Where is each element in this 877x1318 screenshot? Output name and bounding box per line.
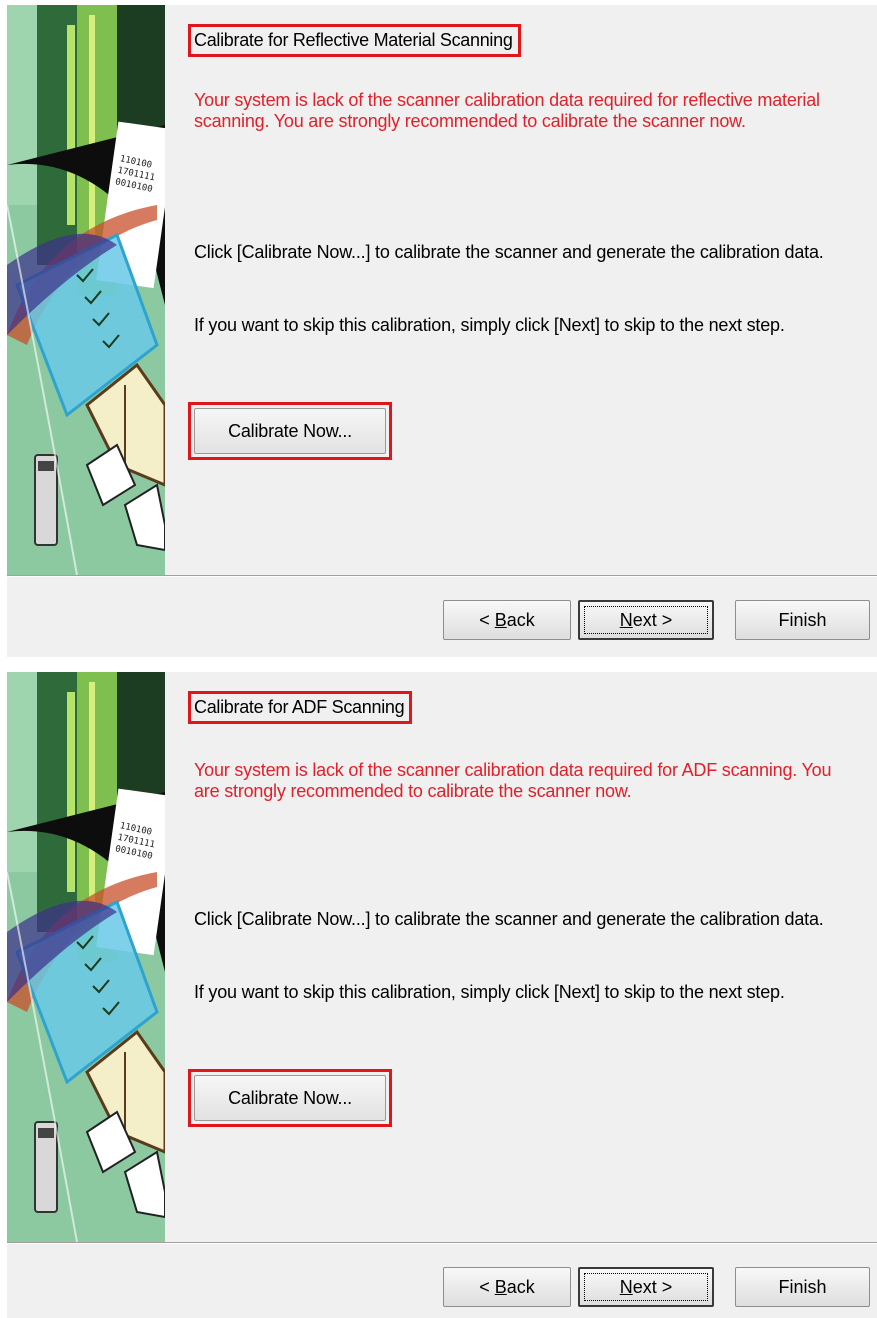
back-mnemonic: B: [494, 1276, 507, 1297]
calibration-dialog-adf: 110100 1701111 0010100 Calibrate for ADF…: [7, 672, 877, 1318]
calibration-dialog-reflective: 110100 1701111 0010100 Calibrate for Ref…: [7, 5, 877, 657]
back-prefix: <: [479, 1276, 495, 1297]
next-button[interactable]: Next >: [578, 1267, 714, 1307]
instruction-text: Click [Calibrate Now...] to calibrate th…: [194, 909, 824, 929]
back-label-rest: ack: [506, 1276, 535, 1297]
back-button[interactable]: < Back: [443, 1267, 571, 1307]
back-prefix: <: [479, 609, 495, 630]
next-button[interactable]: Next >: [578, 600, 714, 640]
next-label-rest: ext >: [632, 1276, 673, 1297]
instruction-text: Click [Calibrate Now...] to calibrate th…: [194, 242, 824, 262]
footer-separator: [7, 1242, 877, 1244]
calibrate-highlight: Calibrate Now...: [188, 1069, 392, 1127]
footer-separator: [7, 575, 877, 577]
calibrate-now-button[interactable]: Calibrate Now...: [194, 1075, 386, 1121]
skip-text: If you want to skip this calibration, si…: [194, 982, 785, 1002]
calibrate-now-label: Calibrate Now...: [228, 1087, 352, 1108]
calibrate-now-button[interactable]: Calibrate Now...: [194, 408, 386, 454]
back-button[interactable]: < Back: [443, 600, 571, 640]
warning-text: Your system is lack of the scanner calib…: [194, 760, 832, 801]
page-title-text: Calibrate for ADF Scanning: [194, 697, 405, 717]
wizard-side-illustration: 110100 1701111 0010100: [7, 672, 165, 1242]
warning-text: Your system is lack of the scanner calib…: [194, 90, 820, 131]
skip-text: If you want to skip this calibration, si…: [194, 315, 785, 335]
back-label-rest: ack: [506, 609, 535, 630]
next-label-rest: ext >: [632, 609, 673, 630]
calibrate-highlight: Calibrate Now...: [188, 402, 392, 460]
calibrate-now-label: Calibrate Now...: [228, 420, 352, 441]
finish-button[interactable]: Finish: [735, 600, 870, 640]
finish-label: Finish: [778, 609, 827, 630]
wizard-content: Calibrate for ADF Scanning Your system i…: [165, 672, 877, 1242]
page-title-text: Calibrate for Reflective Material Scanni…: [194, 30, 513, 50]
back-mnemonic: B: [494, 609, 507, 630]
wizard-content: Calibrate for Reflective Material Scanni…: [165, 5, 877, 575]
finish-button[interactable]: Finish: [735, 1267, 870, 1307]
page-title: Calibrate for Reflective Material Scanni…: [188, 24, 521, 57]
page-title: Calibrate for ADF Scanning: [188, 691, 413, 724]
next-mnemonic: N: [619, 609, 633, 630]
finish-label: Finish: [778, 1276, 827, 1297]
next-mnemonic: N: [619, 1276, 633, 1297]
wizard-side-illustration: 110100 1701111 0010100: [7, 5, 165, 575]
